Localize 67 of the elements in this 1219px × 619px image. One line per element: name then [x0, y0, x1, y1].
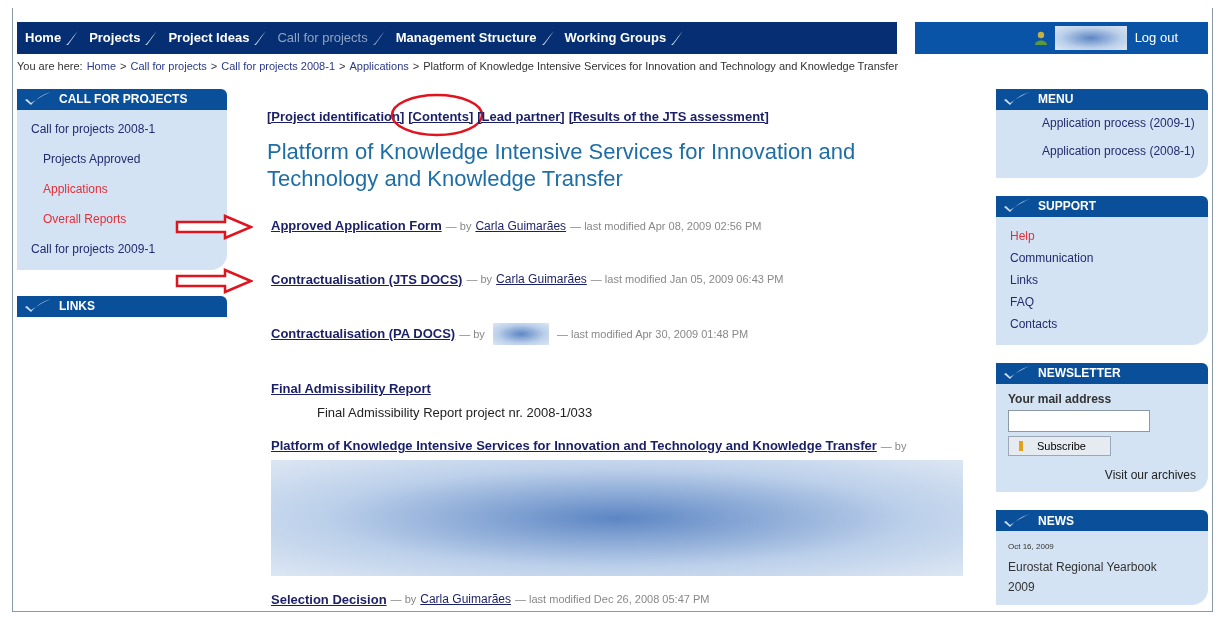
- email-field[interactable]: [1008, 409, 1150, 432]
- breadcrumb-link[interactable]: Call for projects 2008-1: [221, 58, 336, 75]
- panel-title: MENU: [1038, 91, 1074, 108]
- by-label: — by: [466, 272, 493, 287]
- by-label: — by: [459, 326, 485, 342]
- archives-link[interactable]: Visit our archives: [1104, 466, 1196, 484]
- sidebar-link[interactable]: Overall Reports: [43, 209, 127, 228]
- document-link[interactable]: Final Admissibility Report: [271, 379, 593, 399]
- nav-link[interactable]: Home: [17, 28, 82, 48]
- sidebar-link[interactable]: Application process (2008-1): [1042, 141, 1195, 160]
- sidebar-link[interactable]: Applications: [43, 179, 108, 198]
- panel-title: NEWSLETTER: [1038, 365, 1121, 382]
- sidebar-link[interactable]: Communication: [1010, 248, 1094, 267]
- logout-link[interactable]: Log out: [1126, 28, 1180, 48]
- modified-date: — last modified Jan 05, 2009 06:43 PM: [590, 272, 784, 287]
- sidebar-link[interactable]: Application process (2009-1): [1042, 113, 1195, 132]
- news-link[interactable]: Eurostat Regional Yearbook 2009: [1008, 557, 1158, 597]
- document-link[interactable]: Approved Application Form: [271, 216, 442, 236]
- by-label: — by: [390, 592, 417, 607]
- author-link[interactable]: Carla Guimarães: [420, 590, 511, 609]
- sidebar-link[interactable]: Links: [1010, 270, 1038, 289]
- arrow-icon: [175, 267, 253, 294]
- field-label: Your mail address: [1008, 390, 1113, 408]
- user-icon: [1034, 31, 1047, 45]
- nav-link[interactable]: Projects: [81, 28, 161, 48]
- nav-link[interactable]: Call for projects: [269, 28, 388, 48]
- modified-date: — last modified Apr 30, 2009 01:48 PM: [556, 326, 749, 342]
- document-link[interactable]: Contractualisation (JTS DOCS): [271, 269, 463, 289]
- nav-link[interactable]: Management Structure: [387, 28, 557, 48]
- breadcrumb-text: Platform of Knowledge Intensive Services for Innovation and Technology and Knowledge Transfer: [423, 59, 899, 74]
- sidebar-link[interactable]: Call for projects 2009-1: [31, 239, 156, 258]
- breadcrumb-link[interactable]: Call for projects: [130, 58, 207, 75]
- modified-date: — last modified Apr 08, 2009 02:56 PM: [570, 218, 762, 234]
- panel-title: SUPPORT: [1038, 198, 1096, 215]
- document-description: Final Admissibility Report project nr. 2008-1/033: [317, 403, 593, 422]
- subscribe-button[interactable]: Subscribe: [1008, 435, 1111, 456]
- page-title: Platform of Knowledge Intensive Services for Innovation and Technology and Knowledge Transfer: [267, 138, 857, 192]
- breadcrumb-separator: >: [210, 59, 218, 74]
- panel-title: NEWS: [1038, 512, 1074, 530]
- breadcrumb-link[interactable]: Applications: [349, 58, 409, 75]
- document-link[interactable]: Contractualisation (PA DOCS): [271, 324, 456, 344]
- tab-link[interactable]: [Results of the JTS assessment]: [568, 108, 769, 124]
- document-link[interactable]: Platform of Knowledge Intensive Services for Innovation and Technology and Knowledge Transfer: [271, 436, 877, 456]
- document-link[interactable]: Selection Decision: [271, 589, 387, 609]
- arrow-icon: [175, 214, 253, 240]
- blurred-area: [492, 323, 549, 345]
- breadcrumb-text: You are here:: [17, 59, 83, 74]
- sidebar-link[interactable]: Contacts: [1010, 314, 1058, 333]
- breadcrumb-link[interactable]: Home: [86, 58, 116, 75]
- subscribe-icon: [1019, 440, 1023, 451]
- panel-title: CALL FOR PROJECTS: [59, 91, 188, 108]
- sidebar-link[interactable]: FAQ: [1010, 292, 1034, 311]
- panel-title: LINKS: [59, 298, 95, 315]
- sidebar-link[interactable]: Call for projects 2008-1: [31, 119, 156, 138]
- nav-link[interactable]: Working Groups: [556, 28, 687, 48]
- author-link[interactable]: Carla Guimarães: [496, 270, 587, 289]
- breadcrumb-separator: >: [339, 59, 346, 74]
- breadcrumb-separator: >: [120, 59, 127, 74]
- sidebar-link[interactable]: Help: [1010, 226, 1035, 245]
- news-date: Oct 16, 2009: [1008, 541, 1055, 553]
- by-label: — by: [445, 218, 472, 234]
- by-label: — by: [880, 438, 907, 454]
- author-link[interactable]: Carla Guimarães: [475, 216, 567, 235]
- modified-date: — last modified Dec 26, 2008 05:47 PM: [515, 592, 710, 607]
- breadcrumb-separator: >: [412, 59, 420, 74]
- sidebar-link[interactable]: Projects Approved: [43, 149, 141, 168]
- nav-link[interactable]: Project Ideas: [160, 28, 270, 48]
